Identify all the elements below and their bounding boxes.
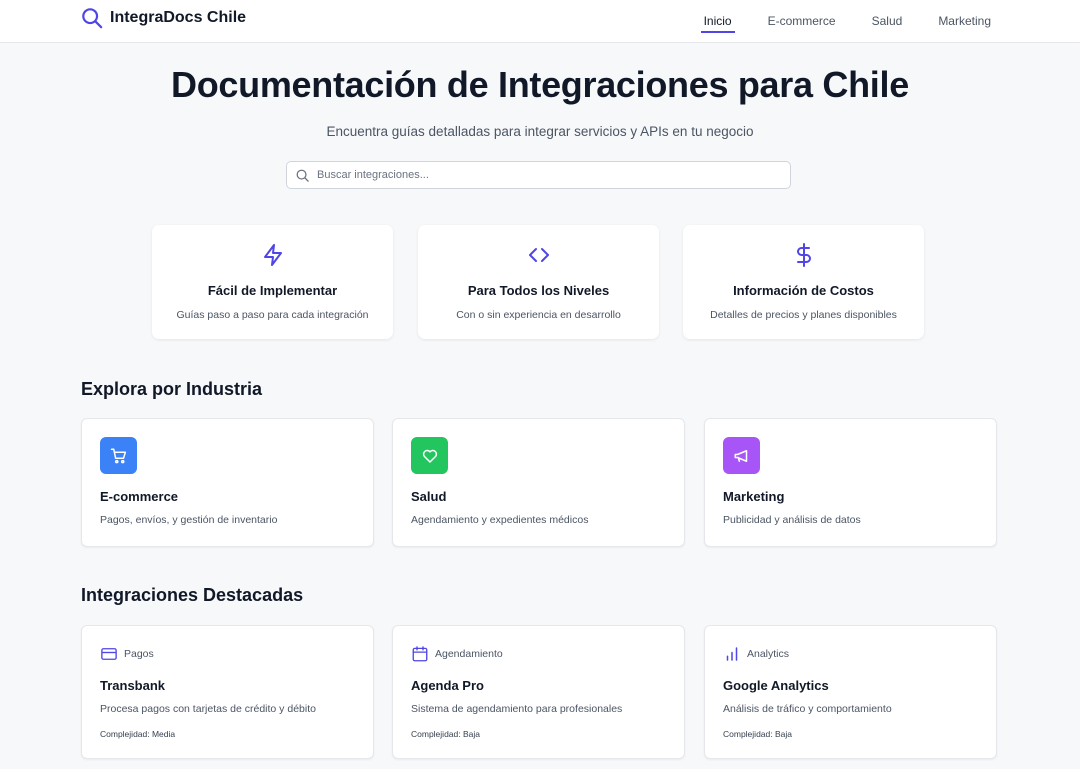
feature-desc: Con o sin experiencia en desarrollo <box>456 309 621 321</box>
industry-icon-badge <box>723 437 760 474</box>
industry-desc: Pagos, envíos, y gestión de inventario <box>100 514 278 526</box>
heart-icon <box>422 449 437 463</box>
integration-card-google-analytics[interactable]: Analytics Google Analytics Análisis de t… <box>704 625 997 759</box>
integration-category-label: Analytics <box>747 648 790 660</box>
industries-section-title: Explora por Industria <box>81 379 263 399</box>
integration-category-label: Agendamiento <box>435 648 503 660</box>
feature-title: Fácil de Implementar <box>207 283 338 298</box>
integration-desc: Análisis de tráfico y comportamiento <box>723 703 892 715</box>
integration-category: Analytics <box>723 645 789 663</box>
integration-desc: Procesa pagos con tarjetas de crédito y … <box>100 703 316 715</box>
feature-card-costs: Información de Costos Detalles de precio… <box>683 225 924 339</box>
feature-title: Para Todos los Niveles <box>467 283 610 298</box>
integration-card-agenda-pro[interactable]: Agendamiento Agenda Pro Sistema de agend… <box>392 625 685 759</box>
cart-icon <box>110 448 126 463</box>
integration-card-transbank[interactable]: Pagos Transbank Procesa pagos con tarjet… <box>81 625 374 759</box>
bar-chart-icon <box>726 647 738 661</box>
feature-desc: Detalles de precios y planes disponibles <box>710 309 897 321</box>
dollar-icon <box>796 243 811 267</box>
integration-category: Pagos <box>100 645 154 663</box>
integration-category: Agendamiento <box>411 645 503 663</box>
integration-complexity: Complejidad: Baja <box>411 729 480 739</box>
integration-title: Agenda Pro <box>411 678 484 693</box>
nav-item-inicio[interactable]: Inicio <box>700 10 735 33</box>
integration-complexity: Complejidad: Baja <box>723 729 792 739</box>
industry-card-ecommerce[interactable]: E-commerce Pagos, envíos, y gestión de i… <box>81 418 374 547</box>
search-input[interactable] <box>317 169 777 181</box>
industry-icon-badge <box>411 437 448 474</box>
integration-category-label: Pagos <box>124 648 154 660</box>
feature-title: Información de Costos <box>733 283 874 298</box>
integrations-section-title: Integraciones Destacadas <box>81 585 304 605</box>
industry-title: Salud <box>411 489 447 504</box>
integration-desc: Sistema de agendamiento para profesional… <box>411 703 623 715</box>
search-icon <box>296 169 309 182</box>
industry-title: E-commerce <box>100 489 179 504</box>
industry-icon-badge <box>100 437 137 474</box>
brand-logo-link[interactable]: IntegraDocs Chile <box>81 7 246 29</box>
feature-card-levels: Para Todos los Niveles Con o sin experie… <box>418 225 659 339</box>
page-subtitle: Encuentra guías detalladas para integrar… <box>326 124 754 139</box>
credit-card-icon <box>101 648 117 660</box>
search-icon <box>82 8 103 29</box>
industry-card-salud[interactable]: Salud Agendamiento y expedientes médicos <box>392 418 685 547</box>
industry-card-marketing[interactable]: Marketing Publicidad y análisis de datos <box>704 418 997 547</box>
calendar-icon <box>412 646 428 662</box>
feature-card-easy: Fácil de Implementar Guías paso a paso p… <box>152 225 393 339</box>
integration-title: Google Analytics <box>723 678 829 693</box>
nav-item-ecommerce[interactable]: E-commerce <box>765 10 839 32</box>
feature-desc: Guías paso a paso para cada integración <box>176 309 369 321</box>
integration-title: Transbank <box>100 678 166 693</box>
lightning-icon <box>263 244 282 266</box>
nav-item-salud[interactable]: Salud <box>869 10 906 32</box>
integration-complexity: Complejidad: Media <box>100 729 176 739</box>
code-icon <box>528 248 549 262</box>
megaphone-icon <box>734 449 747 462</box>
top-navbar: IntegraDocs Chile Inicio E-commerce Salu… <box>0 0 1080 43</box>
industry-desc: Agendamiento y expedientes médicos <box>411 514 589 526</box>
search-box[interactable] <box>286 161 791 189</box>
nav-item-marketing[interactable]: Marketing <box>935 10 994 32</box>
main-nav: Inicio E-commerce Salud Marketing <box>700 0 994 42</box>
industry-desc: Publicidad y análisis de datos <box>723 514 861 526</box>
page-title: Documentación de Integraciones para Chil… <box>171 64 909 105</box>
brand-name: IntegraDocs Chile <box>110 9 247 26</box>
industry-title: Marketing <box>723 489 785 504</box>
